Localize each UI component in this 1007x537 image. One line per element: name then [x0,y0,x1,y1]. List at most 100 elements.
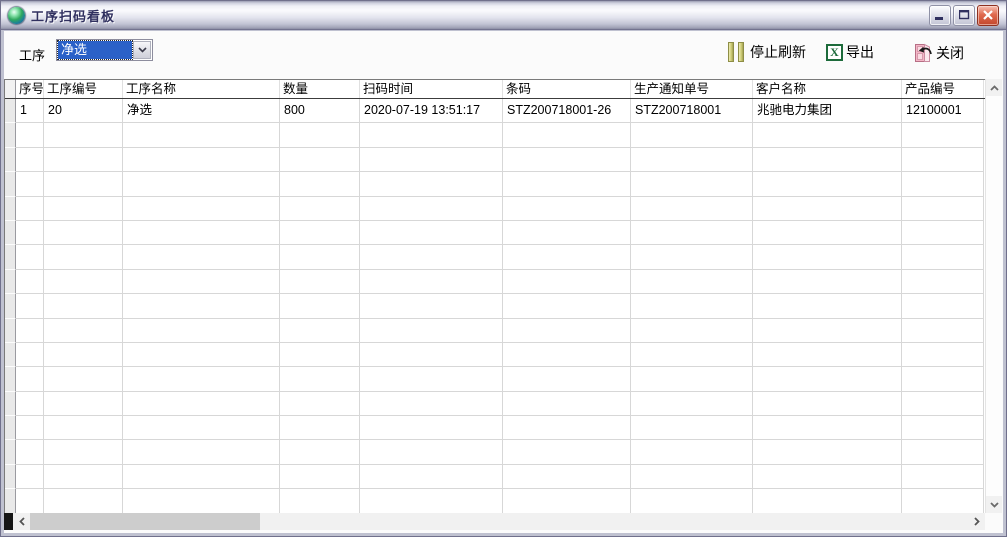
table-row-empty [5,172,985,196]
title-bar[interactable]: 工序扫码看板 [1,1,1006,30]
close-app-button[interactable]: 关闭 [912,42,964,64]
grid-header-row: 序号工序编号工序名称数量扫码时间条码生产通知单号客户名称产品编号 [5,80,985,99]
grid-cell-empty [44,416,123,440]
grid-cell-empty [753,123,902,147]
scroll-left-button[interactable] [13,513,30,530]
grid-cell-empty [753,148,902,172]
table-row-empty [5,148,985,172]
row-indicator [5,416,16,440]
grid-cell-empty [902,221,984,245]
grid-cell-empty [631,197,753,221]
minimize-button[interactable] [929,5,951,26]
grid-cell-empty [902,197,984,221]
table-row: 120净选8002020-07-19 13:51:17STZ200718001-… [5,99,985,123]
horizontal-scroll-track[interactable] [260,513,968,530]
grid-cell-empty [16,319,44,343]
scroll-down-button[interactable] [986,496,1002,513]
grid-cell[interactable]: 800 [280,99,360,123]
grid-cell-empty [902,367,984,391]
grid-cell-empty [631,489,753,513]
grid-cell-empty [123,270,280,294]
export-button[interactable]: X 导出 [826,42,874,62]
grid-cell-empty [280,489,360,513]
grid-cell-empty [16,489,44,513]
grid-cell-empty [16,221,44,245]
pause-icon [728,42,744,62]
minimize-icon [935,10,945,20]
grid-cell-empty [631,392,753,416]
table-row-empty [5,489,985,513]
grid-cell[interactable]: STZ200718001-26 [503,99,631,123]
grid-cell-empty [44,392,123,416]
grid-cell-empty [631,440,753,464]
stop-refresh-label: 停止刷新 [750,42,806,62]
vertical-scrollbar[interactable] [985,79,1002,513]
grid-cell[interactable]: 12100001 [902,99,984,123]
vertical-scroll-track[interactable] [986,96,1002,496]
grid-cell-empty [280,123,360,147]
grid-corner-box [4,513,13,530]
grid-cell-empty [280,343,360,367]
header-cell[interactable]: 序号 [16,80,44,98]
grid-cell-empty [280,416,360,440]
header-cell[interactable]: 扫码时间 [360,80,503,98]
grid-cell-empty [902,172,984,196]
header-cell[interactable]: 生产通知单号 [631,80,753,98]
header-cell[interactable]: 工序名称 [123,80,280,98]
row-indicator [5,245,16,269]
grid-cell[interactable]: STZ200718001 [631,99,753,123]
combobox-dropdown-button[interactable] [133,41,151,59]
chevron-down-icon [138,47,147,53]
grid-cell[interactable]: 2020-07-19 13:51:17 [360,99,503,123]
grid-cell-empty [503,343,631,367]
grid-cell-empty [123,440,280,464]
row-indicator [5,172,16,196]
table-row-empty [5,343,985,367]
scroll-up-button[interactable] [986,79,1002,96]
grid-cell[interactable]: 20 [44,99,123,123]
header-cell[interactable]: 条码 [503,80,631,98]
row-indicator [5,367,16,391]
grid-cell-empty [280,319,360,343]
horizontal-scroll-thumb[interactable] [30,513,260,530]
grid-cell-empty [360,465,503,489]
grid-cell[interactable]: 净选 [123,99,280,123]
grid-cell-empty [44,489,123,513]
table-row-empty [5,440,985,464]
close-button[interactable] [977,5,999,26]
scroll-right-button[interactable] [968,513,985,530]
grid-cell-empty [44,294,123,318]
maximize-button[interactable] [953,5,975,26]
grid-cell-empty [753,343,902,367]
header-cell[interactable]: 数量 [280,80,360,98]
grid-cell-empty [503,416,631,440]
header-cell[interactable]: 产品编号 [902,80,984,98]
grid-cell-empty [503,465,631,489]
grid-cell-empty [360,221,503,245]
grid-cell-empty [631,270,753,294]
row-indicator [5,294,16,318]
stop-refresh-button[interactable]: 停止刷新 [728,42,806,62]
grid-cell[interactable]: 1 [16,99,44,123]
grid-cell-empty [631,148,753,172]
row-indicator [5,392,16,416]
grid-cell-empty [360,319,503,343]
table-row-empty [5,465,985,489]
header-cell[interactable]: 工序编号 [44,80,123,98]
grid-cell[interactable]: 兆驰电力集团 [753,99,902,123]
grid-cell-empty [123,465,280,489]
process-combobox[interactable]: 净选 [56,39,153,61]
grid-cell-empty [360,294,503,318]
row-indicator [5,319,16,343]
combobox-value[interactable]: 净选 [58,41,132,59]
horizontal-scrollbar[interactable] [4,513,985,530]
header-cell[interactable]: 客户名称 [753,80,902,98]
grid-cell-empty [123,489,280,513]
grid-cell-empty [16,392,44,416]
grid-cell-empty [16,343,44,367]
grid-cell-empty [631,416,753,440]
row-indicator[interactable] [5,99,16,123]
data-grid: 序号工序编号工序名称数量扫码时间条码生产通知单号客户名称产品编号 120净选80… [4,79,985,513]
grid-cell-empty [123,148,280,172]
grid-cell-empty [360,343,503,367]
